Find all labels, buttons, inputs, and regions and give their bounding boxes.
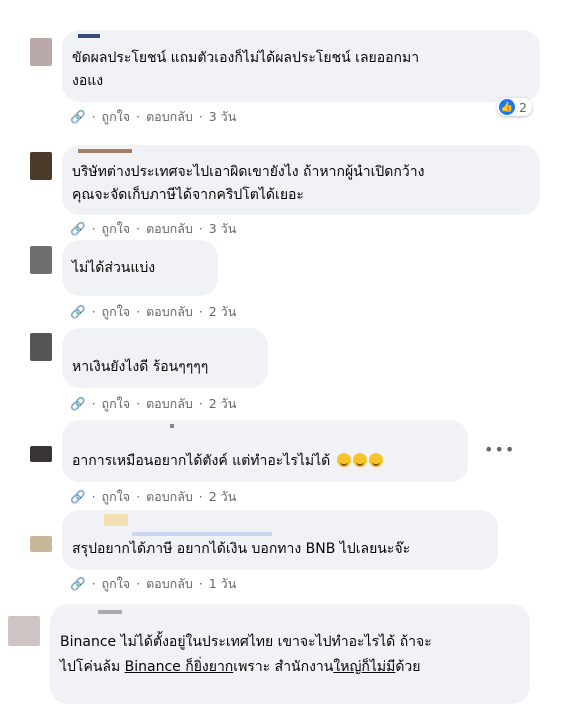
timestamp[interactable]: 2 วัน — [209, 304, 237, 319]
reply-button[interactable]: ตอบกลับ — [146, 109, 193, 124]
comment-text: บริษัทต่างประเทศจะไปเอาผิดเขายังไง ถ้าหา… — [72, 164, 425, 203]
avatar[interactable] — [30, 246, 52, 274]
reply-button[interactable]: ตอบกลับ — [146, 304, 193, 319]
comment-text: Binance ไม่ได้ตั้งอยู่ในประเทศไทย เขาจะไ… — [60, 634, 432, 675]
avatar[interactable] — [30, 333, 52, 361]
avatar[interactable] — [30, 152, 52, 180]
comment-text: อาการเหมือนอยากได้ตังค์ แต่ทำอะไรไม่ได้ — [72, 450, 383, 473]
link-icon: 🔗 — [70, 489, 86, 504]
comment-actions: 🔗 · ถูกใจ · ตอบกลับ · 2 วัน — [70, 396, 237, 411]
reply-button[interactable]: ตอบกลับ — [146, 396, 193, 411]
author-name-bar — [132, 532, 272, 536]
comment-actions: 🔗 · ถูกใจ · ตอบกลับ · 3 วัน — [70, 109, 237, 124]
reply-button[interactable]: ตอบกลับ — [146, 576, 193, 591]
comment-bubble: สรุปอยากได้ภาษี อยากได้เงิน บอกทาง BNB ไ… — [62, 510, 498, 570]
author-name[interactable] — [78, 34, 100, 38]
like-button[interactable]: ถูกใจ — [102, 304, 131, 319]
like-button[interactable]: ถูกใจ — [102, 109, 131, 124]
author-name[interactable] — [170, 424, 174, 428]
comment-actions: 🔗 · ถูกใจ · ตอบกลับ · 1 วัน — [70, 576, 237, 591]
reaction-count[interactable]: 👍 2 — [497, 98, 532, 116]
link-icon: 🔗 — [70, 221, 86, 236]
comment-bubble: Binance ไม่ได้ตั้งอยู่ในประเทศไทย เขาจะไ… — [50, 604, 530, 704]
link-icon: 🔗 — [70, 109, 86, 124]
comment-text: ขัดผลประโยชน์ แถมตัวเองก็ไม่ได้ผลประโยชน… — [72, 50, 420, 89]
author-name[interactable] — [104, 514, 128, 526]
comment-text: ไม่ได้ส่วนแบ่ง — [72, 260, 156, 276]
more-dots-icon[interactable]: ••• — [484, 440, 515, 459]
like-button[interactable]: ถูกใจ — [102, 489, 131, 504]
comment-bubble: บริษัทต่างประเทศจะไปเอาผิดเขายังไง ถ้าหา… — [62, 145, 540, 215]
comment-actions: 🔗 · ถูกใจ · ตอบกลับ · 3 วัน — [70, 221, 237, 236]
like-button[interactable]: ถูกใจ — [102, 221, 131, 236]
author-name[interactable] — [78, 149, 132, 153]
comment-bubble: อาการเหมือนอยากได้ตังค์ แต่ทำอะไรไม่ได้ — [62, 420, 468, 482]
like-thumb-icon: 👍 — [499, 99, 516, 115]
timestamp[interactable]: 2 วัน — [209, 396, 237, 411]
avatar[interactable] — [30, 38, 52, 66]
link-icon: 🔗 — [70, 396, 86, 411]
avatar[interactable] — [8, 616, 40, 646]
smile-emoji-icon — [352, 453, 367, 467]
comment-text: สรุปอยากได้ภาษี อยากได้เงิน บอกทาง BNB ไ… — [72, 541, 411, 557]
like-button[interactable]: ถูกใจ — [102, 396, 131, 411]
link-icon: 🔗 — [70, 576, 86, 591]
smile-emoji-icon — [336, 453, 351, 467]
like-button[interactable]: ถูกใจ — [102, 576, 131, 591]
avatar[interactable] — [30, 536, 52, 552]
smile-emoji-icon — [368, 453, 383, 467]
link-icon: 🔗 — [70, 304, 86, 319]
comment-text: หาเงินยังไงดี ร้อนๆๆๆๆ — [72, 359, 209, 375]
avatar[interactable] — [30, 446, 52, 462]
reply-button[interactable]: ตอบกลับ — [146, 221, 193, 236]
comment-actions: 🔗 · ถูกใจ · ตอบกลับ · 2 วัน — [70, 304, 237, 319]
comment-actions: 🔗 · ถูกใจ · ตอบกลับ · 2 วัน — [70, 489, 237, 504]
comment-bubble: หาเงินยังไงดี ร้อนๆๆๆๆ — [62, 328, 268, 388]
timestamp[interactable]: 1 วัน — [209, 576, 237, 591]
timestamp[interactable]: 2 วัน — [209, 489, 237, 504]
comment-bubble: ไม่ได้ส่วนแบ่ง — [62, 240, 218, 296]
reply-button[interactable]: ตอบกลับ — [146, 489, 193, 504]
timestamp[interactable]: 3 วัน — [209, 109, 237, 124]
timestamp[interactable]: 3 วัน — [209, 221, 237, 236]
comment-bubble: ขัดผลประโยชน์ แถมตัวเองก็ไม่ได้ผลประโยชน… — [62, 30, 540, 116]
author-name[interactable] — [98, 610, 122, 614]
